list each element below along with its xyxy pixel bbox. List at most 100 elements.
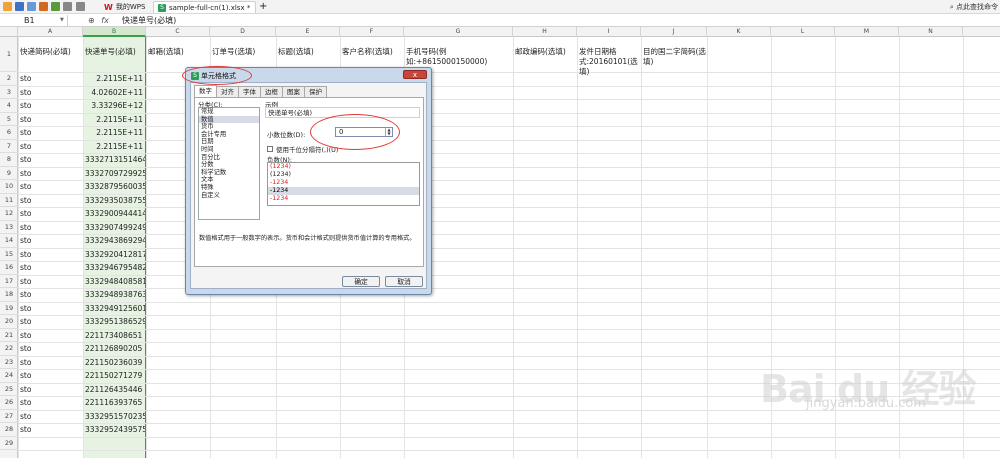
column-header-h[interactable]: H xyxy=(513,27,577,37)
header-cell-b[interactable]: 快递单号(必填) xyxy=(85,47,145,57)
row-header-29[interactable]: 29 xyxy=(0,437,18,450)
cell-a[interactable]: sto xyxy=(20,140,31,154)
cancel-button[interactable]: 取消 xyxy=(385,276,423,287)
cell-a[interactable]: sto xyxy=(20,288,31,302)
cell-b[interactable]: 3332920412817 xyxy=(84,248,145,262)
negative-format-option[interactable]: -1234 xyxy=(268,187,419,195)
row-header-22[interactable]: 22 xyxy=(0,342,18,356)
cell-b[interactable]: 221150271279 xyxy=(84,369,145,383)
select-all-corner[interactable] xyxy=(0,27,18,37)
row-header-1[interactable]: 1 xyxy=(0,37,18,72)
cell-a[interactable]: sto xyxy=(20,275,31,289)
open-icon[interactable] xyxy=(3,2,12,11)
cell-b[interactable]: 3332949125601 xyxy=(84,302,145,316)
cell-b[interactable]: 2.2115E+11 xyxy=(84,140,145,154)
row-header-26[interactable]: 26 xyxy=(0,396,18,410)
tab-file[interactable]: S sample-full-cn(1).xlsx * xyxy=(153,1,256,13)
row-header-11[interactable]: 11 xyxy=(0,194,18,207)
column-header-m[interactable]: M xyxy=(835,27,899,37)
cell-a[interactable]: sto xyxy=(20,99,31,113)
negative-format-option[interactable]: -1234 xyxy=(268,195,419,203)
row-header-7[interactable]: 7 xyxy=(0,140,18,153)
row-header-19[interactable]: 19 xyxy=(0,302,18,315)
column-header-d[interactable]: D xyxy=(210,27,276,37)
negative-format-option[interactable]: (1234) xyxy=(268,171,419,179)
column-header-c[interactable]: C xyxy=(146,27,210,37)
preview-icon[interactable] xyxy=(51,2,60,11)
header-cell-e[interactable]: 标题(选填) xyxy=(278,47,339,57)
header-cell-c[interactable]: 邮箱(选填) xyxy=(148,47,209,57)
negative-format-option[interactable]: (1234) xyxy=(268,163,419,171)
print-icon[interactable] xyxy=(27,2,36,11)
header-cell-d[interactable]: 订单号(选填) xyxy=(212,47,275,57)
column-header-g[interactable]: G xyxy=(404,27,513,37)
cell-b[interactable]: 3332951386529 xyxy=(84,315,145,329)
cell-a[interactable]: sto xyxy=(20,369,31,383)
category-item[interactable]: 特殊 xyxy=(199,184,259,192)
category-item[interactable]: 货币 xyxy=(199,123,259,131)
cell-a[interactable]: sto xyxy=(20,153,31,167)
name-box[interactable]: B1 xyxy=(0,15,68,26)
name-box-dropdown-icon[interactable]: ▼ xyxy=(60,14,64,27)
redo-icon[interactable] xyxy=(76,2,85,11)
cell-a[interactable]: sto xyxy=(20,383,31,397)
row-header-27[interactable]: 27 xyxy=(0,410,18,423)
cell-a[interactable]: sto xyxy=(20,410,31,424)
cell-b[interactable]: 3332951570235 xyxy=(84,410,145,424)
formula-input[interactable]: 快递单号(必填) xyxy=(122,14,176,27)
ok-button[interactable]: 确定 xyxy=(342,276,380,287)
cell-b[interactable]: 3332709729925 xyxy=(84,167,145,181)
cell-a[interactable]: sto xyxy=(20,248,31,262)
header-cell-g[interactable]: 手机号码(例如:+8615000150000) xyxy=(406,47,512,67)
cell-a[interactable]: sto xyxy=(20,113,31,127)
cell-a[interactable]: sto xyxy=(20,221,31,235)
header-cell-f[interactable]: 客户名称(选填) xyxy=(342,47,403,57)
row-header-9[interactable]: 9 xyxy=(0,167,18,180)
cell-b[interactable]: 3332948408581 xyxy=(84,275,145,289)
row-header-15[interactable]: 15 xyxy=(0,248,18,261)
tab-font[interactable]: 字体 xyxy=(238,86,261,97)
cell-b[interactable]: 3332946795482 xyxy=(84,261,145,275)
fx-icon[interactable]: fx xyxy=(101,16,109,25)
row-header-28[interactable]: 28 xyxy=(0,423,18,437)
cell-a[interactable]: sto xyxy=(20,86,31,100)
row-header-12[interactable]: 12 xyxy=(0,207,18,221)
category-item[interactable]: 日期 xyxy=(199,138,259,146)
close-button[interactable]: x xyxy=(403,70,427,79)
cell-a[interactable]: sto xyxy=(20,180,31,194)
undo-icon[interactable] xyxy=(63,2,72,11)
cell-b[interactable]: 3332900944414 xyxy=(84,207,145,221)
tab-number[interactable]: 数字 xyxy=(194,85,217,97)
column-header-e[interactable]: E xyxy=(276,27,340,37)
cell-b[interactable]: 3332907499249 xyxy=(84,221,145,235)
column-header-a[interactable]: A xyxy=(18,27,83,37)
tab-protection[interactable]: 保护 xyxy=(304,86,327,97)
cell-b[interactable]: 221126435446 xyxy=(84,383,145,397)
cell-a[interactable]: sto xyxy=(20,396,31,410)
category-item[interactable]: 自定义 xyxy=(199,192,259,200)
export-icon[interactable] xyxy=(39,2,48,11)
row-header-5[interactable]: 5 xyxy=(0,113,18,126)
row-header-23[interactable]: 23 xyxy=(0,356,18,369)
cell-a[interactable]: sto xyxy=(20,234,31,248)
row-header-14[interactable]: 14 xyxy=(0,234,18,248)
cell-b[interactable]: 2.2115E+11 xyxy=(84,113,145,127)
command-search[interactable]: ⌕ 点此查找命令 xyxy=(950,2,998,12)
column-header-l[interactable]: L xyxy=(771,27,835,37)
header-cell-a[interactable]: 快递简码(必填) xyxy=(20,47,82,57)
cell-b[interactable]: 3.33296E+12 xyxy=(84,99,145,113)
row-header-10[interactable]: 10 xyxy=(0,180,18,194)
cell-b[interactable]: 2.2115E+11 xyxy=(84,72,145,86)
thousands-separator-checkbox[interactable] xyxy=(267,146,273,152)
row-header-3[interactable]: 3 xyxy=(0,86,18,99)
cell-b[interactable]: 221150236039 xyxy=(84,356,145,370)
row-header-8[interactable]: 8 xyxy=(0,153,18,167)
cell-a[interactable]: sto xyxy=(20,167,31,181)
header-cell-i[interactable]: 发件日期格式:20160101(选填) xyxy=(579,47,640,77)
row-header-13[interactable]: 13 xyxy=(0,221,18,234)
category-item[interactable]: 文本 xyxy=(199,176,259,184)
negative-format-option[interactable]: -1234 xyxy=(268,179,419,187)
header-cell-j[interactable]: 目的国二字简码(选填) xyxy=(643,47,706,67)
cell-b[interactable]: 3332943869294 xyxy=(84,234,145,248)
cell-a[interactable]: sto xyxy=(20,315,31,329)
